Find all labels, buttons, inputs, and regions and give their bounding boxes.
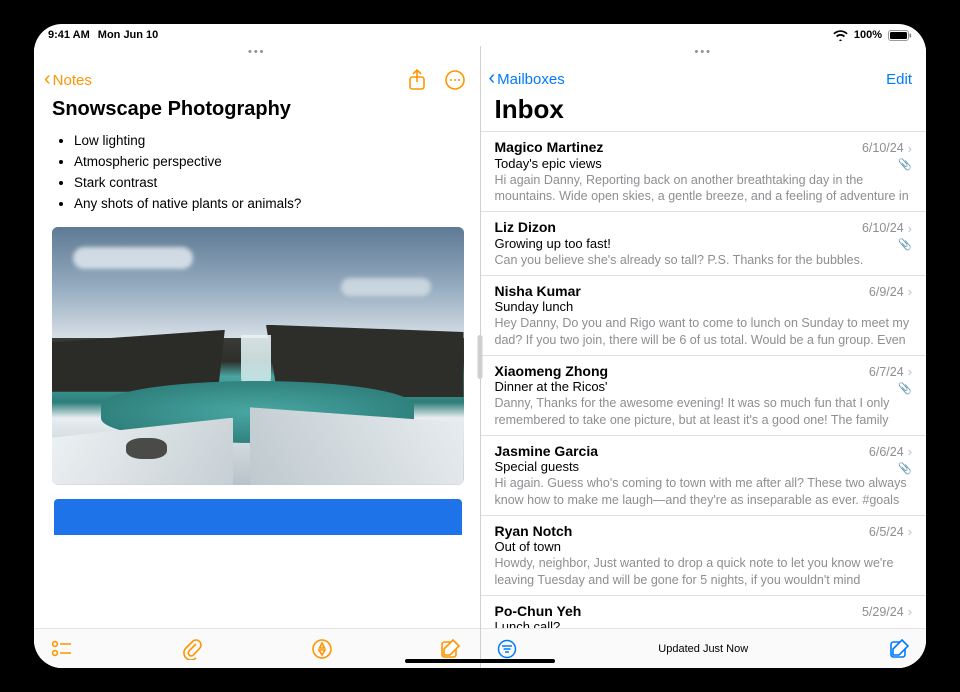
compose-mail-icon[interactable] xyxy=(888,637,912,661)
mail-preview: Hey Danny, Do you and Rigo want to come … xyxy=(495,315,913,348)
note-blue-block xyxy=(54,499,462,535)
note-bullet: Atmospheric perspective xyxy=(74,152,464,173)
mail-subject: Today's epic views xyxy=(495,156,913,171)
chevron-right-icon: › xyxy=(908,284,912,299)
paperclip-icon: 📎 xyxy=(898,382,912,395)
mail-date: 6/7/24 xyxy=(869,365,904,379)
ellipsis-icon: ••• xyxy=(694,48,712,62)
mail-date: 6/9/24 xyxy=(869,285,904,299)
note-bullet-list: Low lighting Atmospheric perspective Sta… xyxy=(52,131,464,215)
mail-sender: Ryan Notch xyxy=(495,523,573,539)
split-divider-handle[interactable] xyxy=(478,335,483,379)
mail-item[interactable]: Magico Martinez 6/10/24 ›Today's epic view… xyxy=(481,131,927,212)
chevron-right-icon: › xyxy=(908,364,912,379)
notes-pane: ••• ‹ Notes xyxy=(34,46,481,668)
mail-navbar: ‹ Mailboxes Edit xyxy=(481,62,927,92)
paperclip-icon: 📎 xyxy=(898,158,912,171)
battery-percent: 100% xyxy=(854,29,882,41)
note-body[interactable]: Snowscape Photography Low lighting Atmos… xyxy=(34,96,480,628)
chevron-right-icon: › xyxy=(908,221,912,236)
mail-meta: 6/7/24 › xyxy=(869,364,912,379)
chevron-right-icon: › xyxy=(908,604,912,619)
mail-subject: Special guests xyxy=(495,459,913,474)
notes-navbar: ‹ Notes xyxy=(34,62,480,96)
chevron-right-icon: › xyxy=(908,524,912,539)
more-icon[interactable] xyxy=(444,69,466,91)
mail-subject: Growing up too fast! xyxy=(495,236,913,251)
mail-date: 6/6/24 xyxy=(869,445,904,459)
mail-item[interactable]: Xiaomeng Zhong 6/7/24 ›Dinner at the Ricos… xyxy=(481,356,927,436)
chevron-left-icon: ‹ xyxy=(489,71,496,85)
mail-meta: 6/6/24 › xyxy=(869,444,912,459)
note-attached-photo[interactable] xyxy=(52,227,464,485)
mail-status-text: Updated Just Now xyxy=(519,643,889,655)
home-indicator[interactable] xyxy=(405,659,555,663)
inbox-title: Inbox xyxy=(481,92,927,131)
mail-pane: ••• ‹ Mailboxes Edit Inbox Magico Martin… xyxy=(481,46,927,668)
mail-preview: Can you believe she's already so tall? P… xyxy=(495,252,913,268)
mail-meta: 5/29/24 › xyxy=(862,604,912,619)
mail-item[interactable]: Nisha Kumar 6/9/24 ›Sunday lunchHey Danny,… xyxy=(481,276,927,356)
mail-subject: Dinner at the Ricos' xyxy=(495,379,913,394)
mail-preview: Hi again Danny, Reporting back on anothe… xyxy=(495,172,913,205)
note-bullet: Low lighting xyxy=(74,131,464,152)
status-bar: 9:41 AM Mon Jun 10 100% xyxy=(34,24,926,46)
mail-sender: Magico Martinez xyxy=(495,139,604,155)
chevron-right-icon: › xyxy=(908,141,912,156)
notes-back-label: Notes xyxy=(53,72,92,89)
multitask-handle-right[interactable]: ••• xyxy=(481,46,927,62)
attachment-icon[interactable] xyxy=(180,637,204,661)
compose-icon[interactable] xyxy=(439,637,463,661)
mail-meta: 6/10/24 › xyxy=(862,221,912,236)
ellipsis-icon: ••• xyxy=(248,48,266,62)
mail-sender: Nisha Kumar xyxy=(495,283,581,299)
mail-list[interactable]: Magico Martinez6/10/24›Today's epic view… xyxy=(481,131,927,628)
mailboxes-back-button[interactable]: ‹ Mailboxes xyxy=(489,71,565,88)
screen: 9:41 AM Mon Jun 10 100% ••• xyxy=(34,24,926,668)
status-date: Mon Jun 10 xyxy=(98,29,159,41)
mail-item[interactable]: Po-Chun Yeh 5/29/24 ›Lunch call? xyxy=(481,596,927,628)
markup-icon[interactable] xyxy=(310,637,334,661)
chevron-right-icon: › xyxy=(908,444,912,459)
mailboxes-back-label: Mailboxes xyxy=(497,71,565,88)
share-icon[interactable] xyxy=(406,69,428,91)
mail-date: 6/10/24 xyxy=(862,221,904,235)
paperclip-icon: 📎 xyxy=(898,238,912,251)
mail-sender: Xiaomeng Zhong xyxy=(495,363,609,379)
mail-subject: Out of town xyxy=(495,539,913,554)
paperclip-icon: 📎 xyxy=(898,462,912,475)
wifi-icon xyxy=(833,30,848,41)
mail-date: 6/5/24 xyxy=(869,525,904,539)
mail-sender: Jasmine Garcia xyxy=(495,443,599,459)
filter-icon[interactable] xyxy=(495,637,519,661)
mail-item[interactable]: Jasmine Garcia 6/6/24 ›Special guestsHi ag… xyxy=(481,436,927,516)
mail-sender: Liz Dizon xyxy=(495,219,556,235)
note-bullet: Stark contrast xyxy=(74,173,464,194)
mail-preview: Howdy, neighbor, Just wanted to drop a q… xyxy=(495,555,913,588)
notes-back-button[interactable]: ‹ Notes xyxy=(44,72,92,89)
note-title: Snowscape Photography xyxy=(52,98,464,121)
multitask-handle-left[interactable]: ••• xyxy=(34,46,480,62)
checklist-icon[interactable] xyxy=(50,637,74,661)
mail-preview: Danny, Thanks for the awesome evening! I… xyxy=(495,395,913,428)
mail-sender: Po-Chun Yeh xyxy=(495,603,582,619)
mail-subject: Lunch call? xyxy=(495,619,913,628)
mail-item[interactable]: Ryan Notch 6/5/24 ›Out of townHowdy, neigh… xyxy=(481,516,927,596)
edit-button[interactable]: Edit xyxy=(886,71,912,88)
mail-meta: 6/10/24 › xyxy=(862,141,912,156)
mail-date: 6/10/24 xyxy=(862,141,904,155)
mail-preview: Hi again. Guess who's coming to town wit… xyxy=(495,475,913,508)
mail-item[interactable]: Liz Dizon 6/10/24 ›Growing up too fast!Can… xyxy=(481,212,927,276)
split-view: ••• ‹ Notes xyxy=(34,46,926,668)
mail-meta: 6/9/24 › xyxy=(869,284,912,299)
chevron-left-icon: ‹ xyxy=(44,72,51,86)
mail-meta: 6/5/24 › xyxy=(869,524,912,539)
mail-date: 5/29/24 xyxy=(862,605,904,619)
note-bullet: Any shots of native plants or animals? xyxy=(74,194,464,215)
battery-icon xyxy=(888,30,912,41)
ipad-device-frame: 9:41 AM Mon Jun 10 100% ••• xyxy=(0,0,960,692)
status-time: 9:41 AM xyxy=(48,29,90,41)
mail-subject: Sunday lunch xyxy=(495,299,913,314)
